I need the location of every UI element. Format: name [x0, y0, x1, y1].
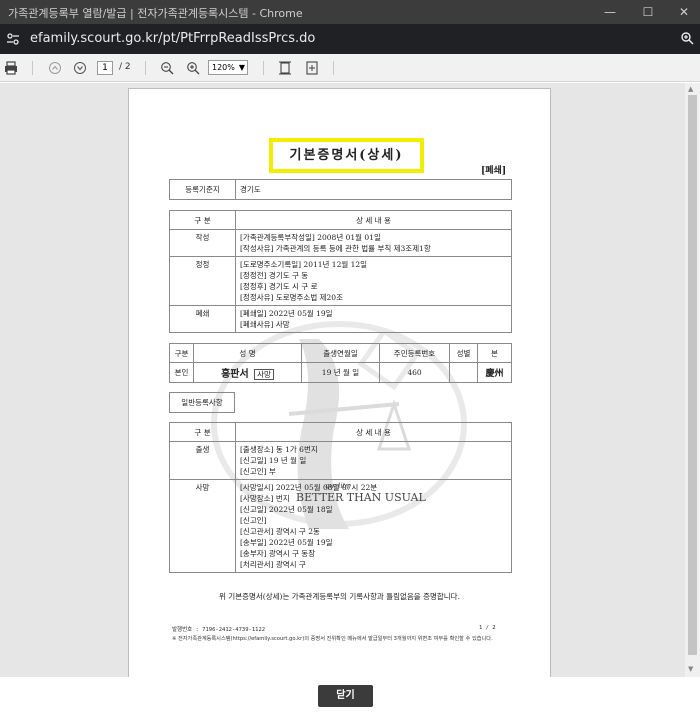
person-row: 본인 홍판서 사망 19 년 월 일 460 慶州 — [169, 362, 512, 383]
event-line: [신고일] 19 년 월 일 — [240, 456, 307, 465]
history-line: [폐쇄사유] 사망 — [240, 320, 290, 329]
history-label: 작성 — [169, 229, 236, 257]
close-button[interactable]: 닫기 — [318, 685, 373, 707]
address-bar: efamily.scourt.go.kr/pt/PtFrrpReadIssPrc… — [0, 24, 700, 54]
pdf-viewer[interactable]: quality BETTER THAN USUAL 기본증명서(상세) [폐쇄]… — [0, 83, 700, 678]
history-line: [가족관계등록부작성일] 2008년 01월 01일 — [240, 233, 381, 242]
certification-statement: 위 기본증명서(상세)는 가족관계등록부의 기록사항과 틀림없음을 증명합니다. — [219, 592, 460, 601]
person-table: 구분 성 명 출생연월일 주민등록번호 성별 본 본인 홍판서 사망 19 년 … — [169, 343, 512, 383]
toolbar-divider — [145, 61, 146, 75]
history-line: [폐쇄일] 2022년 05월 19일 — [240, 309, 333, 318]
history-line: [정정사유] 도로명주소법 제20조 — [240, 293, 343, 302]
issue-number: 발행번호 : 7196-2412-4739-1122 — [172, 627, 266, 633]
record-history-table: 구 분 상 세 내 용 작성 [가족관계등록부작성일] 2008년 01월 01… — [169, 210, 512, 333]
document-page: quality BETTER THAN USUAL 기본증명서(상세) [폐쇄]… — [128, 88, 551, 678]
zoom-select[interactable]: 120% ▼ — [208, 60, 248, 75]
event-line: [송부일] 2022년 05월 19일 — [240, 538, 333, 547]
event-line: [송부자] 광역시 구 동장 — [240, 549, 316, 558]
event-line: [신고관서] 광역시 구 2동 — [240, 527, 320, 536]
event-row: 사망 [사망일시] 2022년 05월 08일 07시 22분 [사망장소] 번… — [169, 479, 512, 573]
event-line: [신고인] 부 — [240, 467, 276, 476]
history-label: 정정 — [169, 256, 236, 306]
window-title: 가족관계등록부 열람/발급 | 전자가족관계등록시스템 - Chrome — [8, 7, 303, 20]
event-line: [처리관서] 광역시 구 — [240, 560, 306, 569]
person-col-origin: 본 — [477, 343, 512, 363]
document-page-number: 1 / 2 — [479, 625, 496, 631]
document-title: 기본증명서(상세) — [289, 148, 404, 163]
person-col-kind: 구분 — [169, 343, 194, 363]
chevron-down-icon: ▼ — [238, 63, 245, 72]
site-settings-icon[interactable] — [6, 32, 20, 46]
history-row: 폐쇄 [폐쇄일] 2022년 05월 19일 [폐쇄사유] 사망 — [169, 305, 512, 333]
closed-status-tag: [폐쇄] — [481, 166, 507, 176]
history-line: [도로명주소기록일] 2011년 12월 12일 — [240, 260, 368, 269]
scroll-down-icon[interactable]: ▼ — [688, 665, 693, 673]
event-line: [사망일시] 2022년 05월 08일 07시 22분 — [240, 483, 378, 492]
zoom-out-icon[interactable] — [160, 60, 174, 76]
deceased-tag: 사망 — [254, 369, 274, 380]
person-col-birth: 출생연월일 — [301, 343, 380, 363]
verification-notice: ※ 전자가족관계등록시스템(https://efamily.scourt.go.… — [172, 636, 493, 642]
event-row: 출생 [출생장소] 동 1가 6번지 [신고일] 19 년 월 일 [신고인] … — [169, 441, 512, 480]
person-col-name: 성 명 — [193, 343, 302, 363]
reg-base-label: 등록기준지 — [169, 179, 236, 200]
events-col-category: 구 분 — [169, 422, 236, 442]
person-rrn: 460 — [379, 362, 450, 383]
person-sex — [449, 362, 478, 383]
person-kind: 본인 — [169, 362, 194, 383]
zoom-value: 120% — [212, 63, 235, 72]
previous-page-icon[interactable] — [48, 60, 62, 76]
toolbar-divider — [333, 61, 334, 75]
event-line: [신고일] 2022년 05월 18일 — [240, 505, 333, 514]
window-titlebar: 가족관계등록부 열람/발급 | 전자가족관계등록시스템 - Chrome — ☐… — [0, 0, 700, 24]
general-section-label-box: 일반등록사항 — [169, 392, 235, 413]
person-birth: 19 년 월 일 — [301, 362, 380, 383]
events-table: 구 분 상 세 내 용 출생 [출생장소] 동 1가 6번지 [신고일] 19 … — [169, 422, 512, 573]
print-icon[interactable] — [4, 60, 18, 76]
zoom-icon[interactable] — [680, 31, 694, 45]
reg-base-value: 경기도 — [235, 179, 512, 200]
event-line: [신고인] — [240, 516, 267, 525]
history-row: 작성 [가족관계등록부작성일] 2008년 01월 01일 [작성사유] 가족관… — [169, 229, 512, 257]
person-origin: 慶州 — [477, 362, 512, 383]
person-name: 홍판서 — [221, 369, 249, 380]
toolbar-divider — [263, 61, 264, 75]
bottom-bar: 닫기 — [0, 677, 700, 714]
maximize-button[interactable]: ☐ — [638, 3, 658, 21]
fit-page-icon[interactable] — [278, 60, 292, 76]
page-number-input[interactable]: 1 — [97, 61, 113, 75]
history-col-category: 구 분 — [169, 210, 236, 230]
fit-width-icon[interactable] — [305, 60, 319, 76]
highlighted-title-box: 기본증명서(상세) — [269, 138, 424, 173]
history-row: 정정 [도로명주소기록일] 2011년 12월 12일 [정정전] 경기도 구 … — [169, 256, 512, 306]
registration-base-table: 등록기준지 경기도 — [169, 179, 512, 200]
history-line: [정정전] 경기도 구 동 — [240, 271, 309, 280]
scrollbar-thumb[interactable] — [688, 95, 697, 655]
viewer-toolbar: 1 / 2 120% ▼ — [0, 54, 700, 82]
history-line: [작성사유] 가족관계의 등록 등에 관한 법률 부칙 제3조제1항 — [240, 244, 431, 253]
scroll-up-icon[interactable]: ▲ — [688, 85, 693, 93]
next-page-icon[interactable] — [73, 60, 87, 76]
zoom-in-icon[interactable] — [186, 60, 200, 76]
vertical-scrollbar[interactable]: ▲ ▼ — [685, 83, 700, 677]
url-text[interactable]: efamily.scourt.go.kr/pt/PtFrrpReadIssPrc… — [30, 31, 315, 46]
event-label: 사망 — [169, 479, 236, 573]
page-total: / 2 — [119, 62, 131, 72]
close-window-button[interactable]: ✕ — [674, 3, 694, 21]
history-col-detail: 상 세 내 용 — [235, 210, 512, 230]
event-line: [출생장소] 동 1가 6번지 — [240, 445, 318, 454]
general-section-label: 일반등록사항 — [169, 392, 235, 413]
toolbar-divider — [32, 61, 33, 75]
minimize-button[interactable]: — — [600, 3, 620, 21]
history-label: 폐쇄 — [169, 305, 236, 333]
event-line: [사망장소] 번지 — [240, 494, 290, 503]
history-line: [정정후] 경기도 시 구 로 — [240, 282, 318, 291]
event-label: 출생 — [169, 441, 236, 480]
person-col-sex: 성별 — [449, 343, 478, 363]
person-col-rrn: 주민등록번호 — [379, 343, 450, 363]
events-col-detail: 상 세 내 용 — [235, 422, 512, 442]
